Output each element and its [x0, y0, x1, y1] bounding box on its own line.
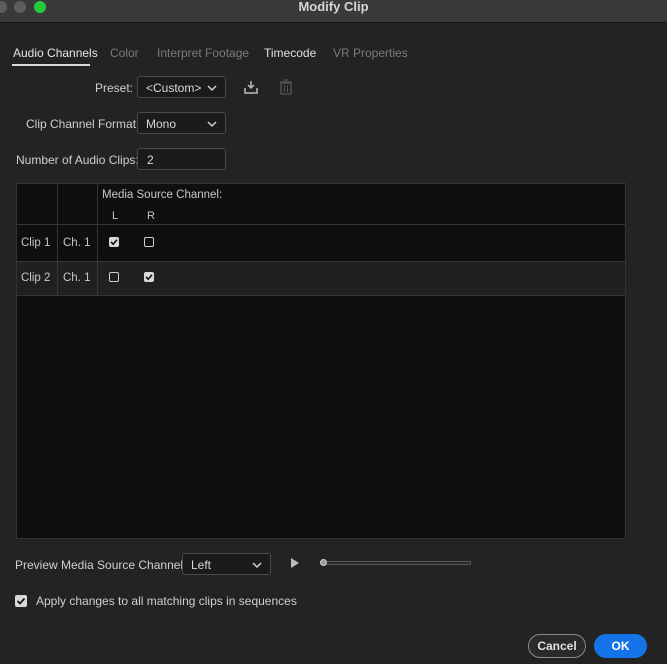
tab-interpret-footage[interactable]: Interpret Footage	[157, 46, 249, 60]
chevron-down-icon	[207, 121, 217, 128]
clip-channel-format-value: Mono	[146, 117, 177, 131]
preview-scrub-thumb[interactable]	[320, 559, 327, 566]
tab-timecode[interactable]: Timecode	[264, 46, 316, 60]
channel-header-r: R	[147, 210, 155, 222]
table-row-clip-label: Clip 1	[21, 237, 51, 249]
preview-scrub-track[interactable]	[323, 561, 471, 565]
column-divider	[57, 184, 58, 296]
chevron-down-icon	[252, 562, 262, 569]
channel-mapping-table: Media Source Channel: L R Clip 1 Ch. 1 C…	[16, 183, 626, 539]
cancel-button[interactable]: Cancel	[528, 634, 586, 658]
channel-header-l: L	[112, 210, 119, 222]
number-of-audio-clips-label: Number of Audio Clips:	[16, 153, 139, 167]
table-row-channel-label: Ch. 1	[63, 237, 91, 249]
window-title: Modify Clip	[298, 0, 369, 14]
row-divider	[17, 261, 625, 262]
row-divider	[17, 224, 625, 225]
ok-button[interactable]: OK	[594, 634, 647, 658]
number-of-audio-clips-field[interactable]: 2	[137, 148, 226, 170]
chevron-down-icon	[207, 85, 217, 92]
checkmark-icon	[145, 274, 153, 281]
clip2-left-checkbox[interactable]	[109, 272, 119, 282]
clip1-right-checkbox[interactable]	[144, 237, 154, 247]
preview-channel-value: Left	[191, 558, 212, 572]
title-bar: Modify Clip	[0, 0, 667, 23]
tab-color[interactable]: Color	[110, 46, 139, 60]
clip-channel-format-dropdown[interactable]: Mono	[137, 112, 226, 134]
preset-label: Preset:	[95, 81, 134, 95]
active-tab-indicator	[12, 64, 90, 66]
clip2-right-checkbox[interactable]	[144, 272, 154, 282]
delete-preset-icon[interactable]	[279, 79, 293, 98]
checkmark-icon	[110, 239, 118, 246]
table-row-channel-label: Ch. 1	[63, 272, 91, 284]
table-row-clip-label: Clip 2	[21, 272, 51, 284]
preset-value: <Custom>	[146, 81, 202, 95]
media-source-channel-header: Media Source Channel:	[102, 189, 223, 201]
save-preset-icon[interactable]	[243, 79, 259, 98]
clip1-left-checkbox[interactable]	[109, 237, 119, 247]
apply-to-matching-clips-checkbox[interactable]	[15, 595, 27, 607]
column-divider	[97, 184, 98, 296]
preset-dropdown[interactable]: <Custom>	[137, 76, 226, 98]
preview-channel-dropdown[interactable]: Left	[182, 553, 271, 575]
checkmark-icon	[16, 597, 26, 605]
tab-audio-channels[interactable]: Audio Channels	[13, 46, 98, 60]
tab-vr-properties[interactable]: VR Properties	[333, 46, 408, 60]
preview-media-source-channel-label: Preview Media Source Channel:	[15, 558, 187, 572]
row-divider	[17, 295, 625, 296]
play-icon[interactable]	[290, 557, 300, 572]
clip-channel-format-label: Clip Channel Format:	[26, 117, 140, 131]
apply-to-matching-clips-label: Apply changes to all matching clips in s…	[36, 594, 297, 608]
